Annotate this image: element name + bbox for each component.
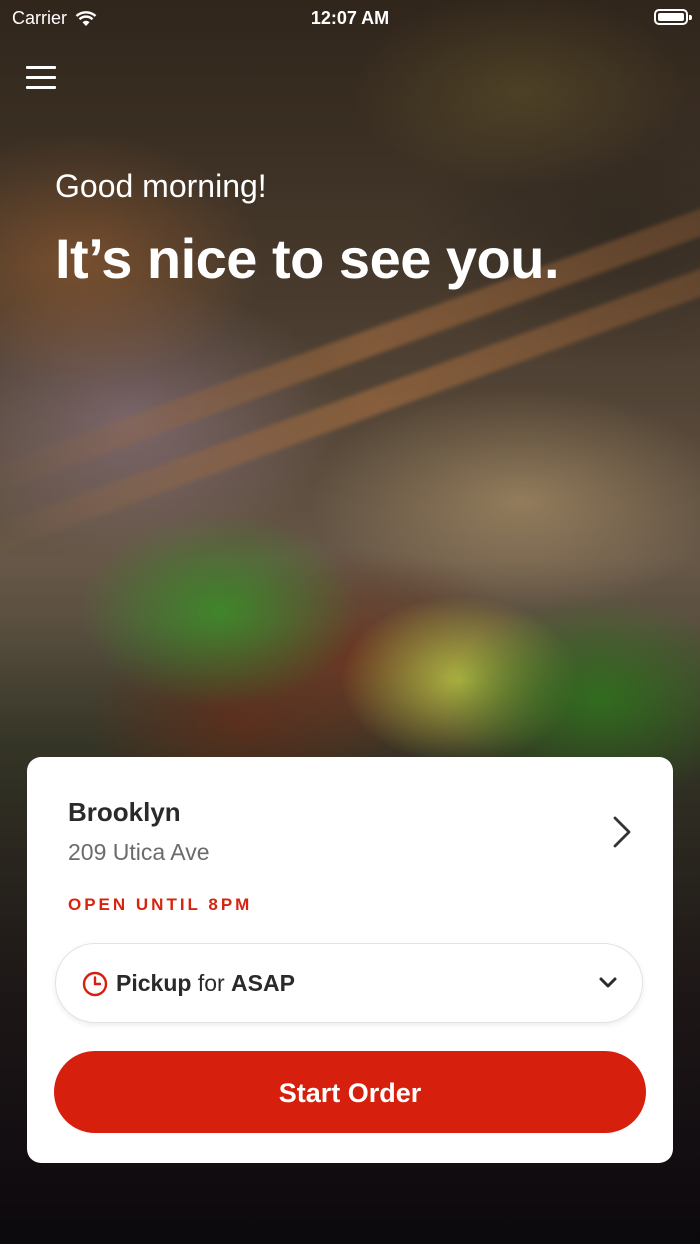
order-mode: Pickup xyxy=(116,970,192,996)
pickup-time-selector[interactable]: Pickup for ASAP xyxy=(55,943,643,1023)
order-connector: for xyxy=(197,970,225,996)
headline-text: It’s nice to see you. xyxy=(55,227,560,290)
clock-icon xyxy=(82,971,108,997)
order-card: Brooklyn 209 Utica Ave OPEN UNTIL 8PM Pi… xyxy=(27,757,673,1163)
order-time: ASAP xyxy=(231,970,295,996)
location-name: Brooklyn xyxy=(68,797,181,827)
menu-icon[interactable] xyxy=(26,66,56,94)
status-bar: Carrier 12:07 AM xyxy=(0,0,700,36)
greeting-text: Good morning! xyxy=(55,168,267,204)
chevron-down-icon xyxy=(599,977,617,988)
start-order-button[interactable]: Start Order xyxy=(54,1051,646,1133)
clock-time: 12:07 AM xyxy=(310,8,390,28)
pickup-summary: Pickup for ASAP xyxy=(116,970,295,997)
location-selector[interactable]: Brooklyn 209 Utica Ave xyxy=(27,757,673,877)
open-status: OPEN UNTIL 8PM xyxy=(68,895,253,914)
chevron-right-icon xyxy=(613,816,631,848)
location-address: 209 Utica Ave xyxy=(68,839,210,865)
battery-icon xyxy=(654,9,692,25)
